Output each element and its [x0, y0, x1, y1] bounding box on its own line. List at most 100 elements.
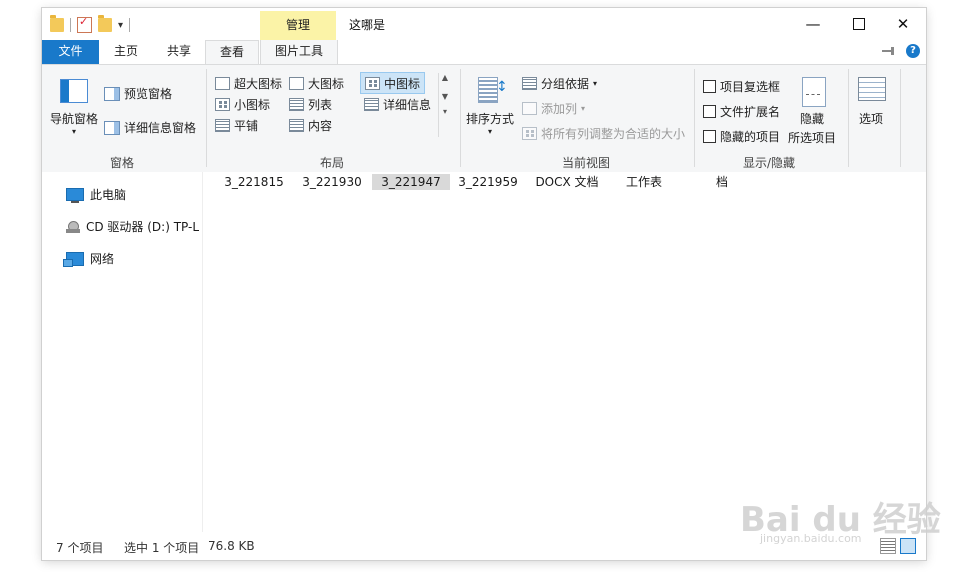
layout-extra-large-icons[interactable]: 超大图标 — [215, 75, 282, 92]
help-icon[interactable]: ? — [906, 44, 920, 58]
file-item-selected[interactable]: 3_221947 — [372, 174, 450, 190]
dropdown-arrow-icon: ▾ — [72, 127, 77, 136]
add-column-button[interactable]: 添加列 ▾ — [522, 100, 585, 117]
details-pane-label: 详细信息窗格 — [124, 121, 197, 135]
separator — [70, 18, 71, 32]
hidden-items-option[interactable]: 隐藏的项目 — [703, 128, 780, 145]
layout-label: 中图标 — [384, 76, 421, 91]
file-list: 3_221815 3_221930 3_221947 3_221959 DOCX… — [203, 172, 926, 532]
new-folder-icon[interactable] — [98, 15, 112, 32]
dropdown-arrow-icon: ▾ — [593, 79, 598, 88]
dropdown-arrow-icon: ▾ — [581, 104, 586, 113]
add-column-label: 添加列 — [541, 102, 578, 116]
scroll-down-icon[interactable]: ▼ — [439, 92, 451, 101]
customize-qat-icon[interactable]: ▾ — [118, 20, 123, 31]
nav-pane-label: 导航窗格 — [50, 112, 99, 126]
item-checkboxes-option[interactable]: 项目复选框 — [703, 78, 780, 95]
tab-view[interactable]: 查看 — [205, 40, 259, 66]
layout-details[interactable]: 详细信息 — [364, 96, 431, 113]
computer-icon — [66, 188, 84, 203]
content-icon — [289, 119, 304, 132]
layout-content[interactable]: 内容 — [289, 117, 332, 134]
layout-small-icons[interactable]: 小图标 — [215, 96, 270, 113]
tab-home[interactable]: 主页 — [104, 40, 148, 64]
close-button[interactable]: ✕ — [880, 8, 926, 40]
file-item[interactable]: 3_221930 — [293, 174, 371, 190]
scroll-up-icon[interactable]: ▲ — [439, 73, 451, 82]
tab-picture-tools[interactable]: 图片工具 — [260, 40, 338, 65]
checkbox-label: 项目复选框 — [720, 80, 781, 94]
minimize-button[interactable]: — — [790, 8, 836, 40]
baidu-watermark-url: jingyan.baidu.com — [760, 532, 862, 545]
fit-columns-button[interactable]: 将所有列调整为合适的大小 — [522, 125, 685, 142]
explorer-window: ▾ 管理 这哪是 — ✕ 文件 主页 共享 查看 图片工具 ? 导航窗格 ▾ 预… — [42, 8, 926, 560]
fit-columns-label: 将所有列调整为合适的大小 — [541, 127, 686, 141]
layout-label: 列表 — [308, 98, 333, 112]
gallery-expand-icon[interactable]: ▾ — [439, 107, 451, 116]
hide-selected-button[interactable] — [802, 77, 826, 107]
quick-access-toolbar: ▾ — [50, 15, 131, 34]
layout-label: 平铺 — [234, 119, 259, 133]
extra-large-icons-icon — [215, 77, 230, 90]
file-item[interactable]: 工作表 — [605, 174, 683, 190]
details-pane-button[interactable]: 详细信息窗格 — [104, 119, 196, 136]
sort-by-button[interactable] — [476, 75, 508, 103]
navigation-pane-icon — [60, 79, 88, 103]
group-label-layout: 布局 — [319, 156, 344, 170]
fit-columns-icon — [522, 127, 537, 140]
sort-by-label: 排序方式 — [466, 112, 515, 126]
group-by-icon — [522, 77, 537, 90]
layout-label: 详细信息 — [383, 98, 432, 112]
nav-pane-label-wrap[interactable]: 导航窗格 ▾ — [50, 110, 98, 136]
small-icons-icon — [215, 98, 230, 111]
pin-ribbon-icon[interactable] — [882, 46, 896, 56]
list-icon — [289, 98, 304, 111]
layout-label: 小图标 — [234, 98, 271, 112]
tab-share[interactable]: 共享 — [157, 40, 201, 64]
layout-large-icons[interactable]: 大图标 — [289, 75, 344, 92]
options-label[interactable]: 选项 — [859, 110, 883, 127]
file-item[interactable]: DOCX 文档 — [527, 174, 607, 190]
hide-selected-label-2: 所选项目 — [788, 131, 837, 145]
layout-medium-icons[interactable]: 中图标 — [360, 72, 426, 94]
maximize-icon — [853, 18, 865, 30]
maximize-button[interactable] — [836, 8, 882, 40]
hide-selected-icon — [802, 77, 826, 107]
ribbon: 导航窗格 ▾ 预览窗格 详细信息窗格 窗格 超大图标 大图标 中图标 小图标 列… — [42, 64, 926, 173]
dropdown-arrow-icon: ▾ — [488, 127, 493, 136]
layout-label: 内容 — [308, 119, 333, 133]
status-item-count: 7 个项目 — [56, 541, 104, 555]
group-by-button[interactable]: 分组依据 ▾ — [522, 75, 597, 92]
file-extensions-option[interactable]: 文件扩展名 — [703, 103, 780, 120]
hidden-items-checkbox[interactable] — [703, 130, 716, 143]
group-label-current-view: 当前视图 — [561, 156, 610, 170]
options-icon — [858, 77, 886, 101]
manage-context-tab[interactable]: 管理 — [260, 11, 336, 40]
file-extensions-checkbox[interactable] — [703, 105, 716, 118]
group-separator — [848, 69, 849, 167]
item-checkboxes-checkbox[interactable] — [703, 80, 716, 93]
nav-item-cd-drive[interactable]: CD 驱动器 (D:) TP-L — [66, 218, 199, 235]
nav-item-network[interactable]: 网络 — [63, 250, 114, 267]
nav-pane-button[interactable] — [60, 79, 88, 103]
tab-file[interactable]: 文件 — [42, 40, 99, 64]
sort-by-label-wrap[interactable]: 排序方式 ▾ — [466, 110, 514, 136]
nav-item-label: CD 驱动器 (D:) TP-L — [86, 220, 200, 234]
group-separator — [460, 69, 461, 167]
file-item[interactable]: 档 — [683, 174, 761, 190]
group-label-show-hide: 显示/隐藏 — [742, 156, 796, 170]
checkbox-label: 文件扩展名 — [720, 105, 781, 119]
file-item[interactable]: 3_221815 — [215, 174, 293, 190]
layout-tiles[interactable]: 平铺 — [215, 117, 258, 134]
preview-pane-icon — [104, 86, 120, 101]
layout-gallery-scroll[interactable]: ▲ ▼ ▾ — [438, 73, 451, 137]
group-by-label: 分组依据 — [541, 77, 590, 91]
hide-selected-label-wrap[interactable]: 隐藏 所选项目 — [788, 110, 836, 146]
nav-item-this-pc[interactable]: 此电脑 — [66, 186, 126, 203]
large-icons-icon — [289, 77, 304, 90]
options-button[interactable] — [858, 77, 886, 101]
properties-icon[interactable] — [77, 15, 92, 33]
layout-list[interactable]: 列表 — [289, 96, 332, 113]
preview-pane-button[interactable]: 预览窗格 — [104, 85, 172, 102]
file-item[interactable]: 3_221959 — [449, 174, 527, 190]
